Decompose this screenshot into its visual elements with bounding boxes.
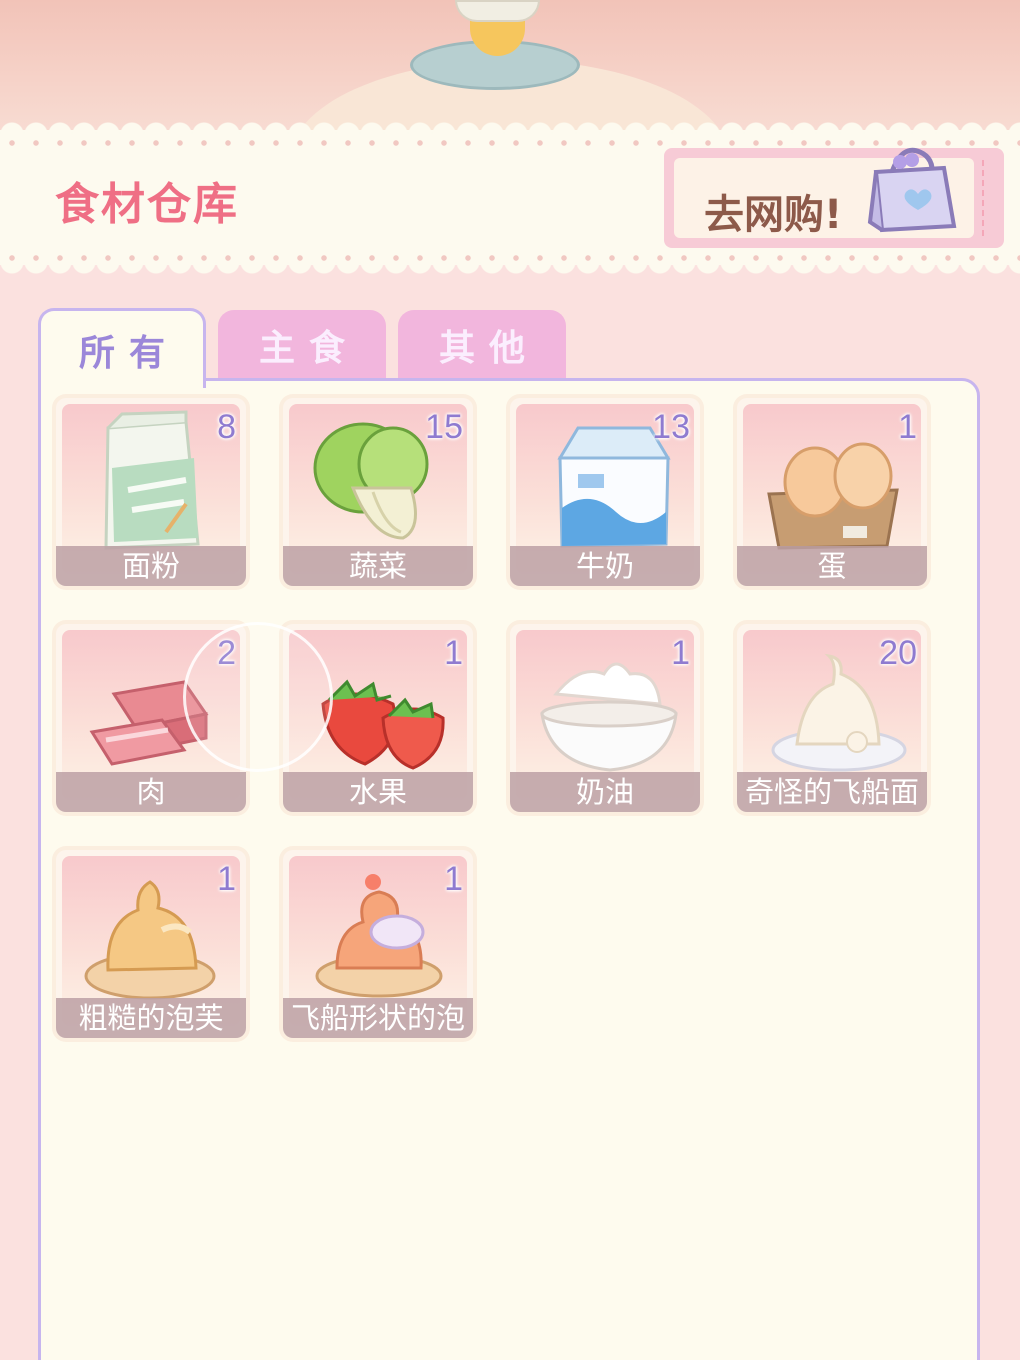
shop-button-label: 去网购! [704,192,843,238]
tab-staple-food-label: 主食 [258,328,359,369]
item-card-ship-puff[interactable]: 1 飞船形状的泡 [283,850,473,1038]
item-card-flour[interactable]: 8 面粉 [56,398,246,586]
header-scallop-top [0,118,1020,134]
tab-other[interactable]: 其他 [398,310,566,380]
tab-other-label: 其他 [438,328,539,369]
item-card-strange-dough[interactable]: 20 奇怪的飞船面 [737,624,927,812]
touch-indicator [183,622,333,772]
item-card-cream[interactable]: 1 奶油 [510,624,700,812]
page-title: 食材仓库 [55,179,239,230]
ticket-perforation [982,160,984,236]
ship-puff-icon [315,874,443,998]
item-count: 13 [652,408,690,446]
flour-bag-icon [104,410,200,550]
item-count: 15 [425,408,463,446]
item-count: 20 [879,634,917,672]
item-name: 奇怪的飞船面 [737,772,927,812]
shopping-bag-icon [867,147,957,233]
item-name: 粗糙的泡芙 [56,998,246,1038]
cream-bowl-icon [540,662,678,772]
egg-tray-icon [767,442,899,550]
tab-all-label: 所有 [78,332,179,374]
dome-stem [455,0,540,22]
item-count: 1 [217,860,236,898]
item-card-rough-puff[interactable]: 1 粗糙的泡芙 [56,850,246,1038]
item-name: 蛋 [737,546,927,586]
item-count: 1 [444,860,463,898]
item-card-egg[interactable]: 1 蛋 [737,398,927,586]
tab-staple-food[interactable]: 主食 [218,310,386,380]
item-name: 蔬菜 [283,546,473,586]
item-name: 牛奶 [510,546,700,586]
item-name: 飞船形状的泡 [283,998,473,1038]
item-count: 1 [671,634,690,672]
item-name: 面粉 [56,546,246,586]
item-name: 奶油 [510,772,700,812]
item-name: 肉 [56,772,246,812]
item-count: 1 [444,634,463,672]
rough-puff-icon [84,880,216,1000]
header-dots-bottom [0,255,1020,261]
header-scallop-bottom [0,262,1020,278]
item-name: 水果 [283,772,473,812]
item-count: 1 [898,408,917,446]
item-card-milk[interactable]: 13 牛奶 [510,398,700,586]
item-card-vegetable[interactable]: 15 蔬菜 [283,398,473,586]
item-count: 8 [217,408,236,446]
tab-all[interactable]: 所有 [38,308,206,388]
